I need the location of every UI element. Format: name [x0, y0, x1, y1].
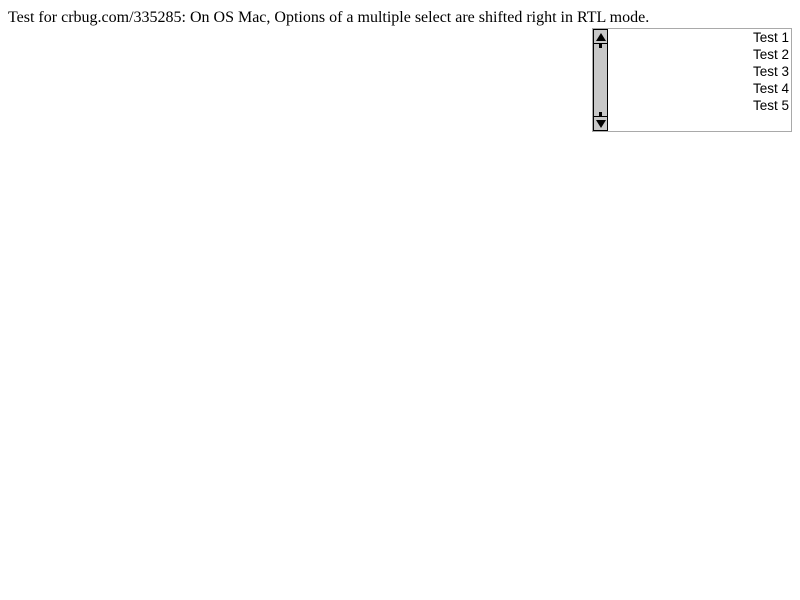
option[interactable]: Test 1 — [609, 29, 789, 46]
scroll-up-button[interactable] — [594, 30, 607, 44]
option[interactable]: Test 5 — [609, 97, 789, 114]
scroll-down-button[interactable] — [594, 116, 607, 130]
arrow-up-icon — [595, 32, 606, 41]
option[interactable]: Test 2 — [609, 46, 789, 63]
scroll-thumb-top[interactable] — [599, 44, 602, 48]
scrollbar[interactable] — [593, 29, 608, 131]
options-list: Test 1 Test 2 Test 3 Test 4 Test 5 — [609, 29, 789, 114]
multiple-select[interactable]: Test 1 Test 2 Test 3 Test 4 Test 5 — [592, 28, 792, 132]
option[interactable]: Test 3 — [609, 63, 789, 80]
arrow-down-icon — [595, 119, 606, 128]
option[interactable]: Test 4 — [609, 80, 789, 97]
page-title: Test for crbug.com/335285: On OS Mac, Op… — [8, 9, 650, 26]
